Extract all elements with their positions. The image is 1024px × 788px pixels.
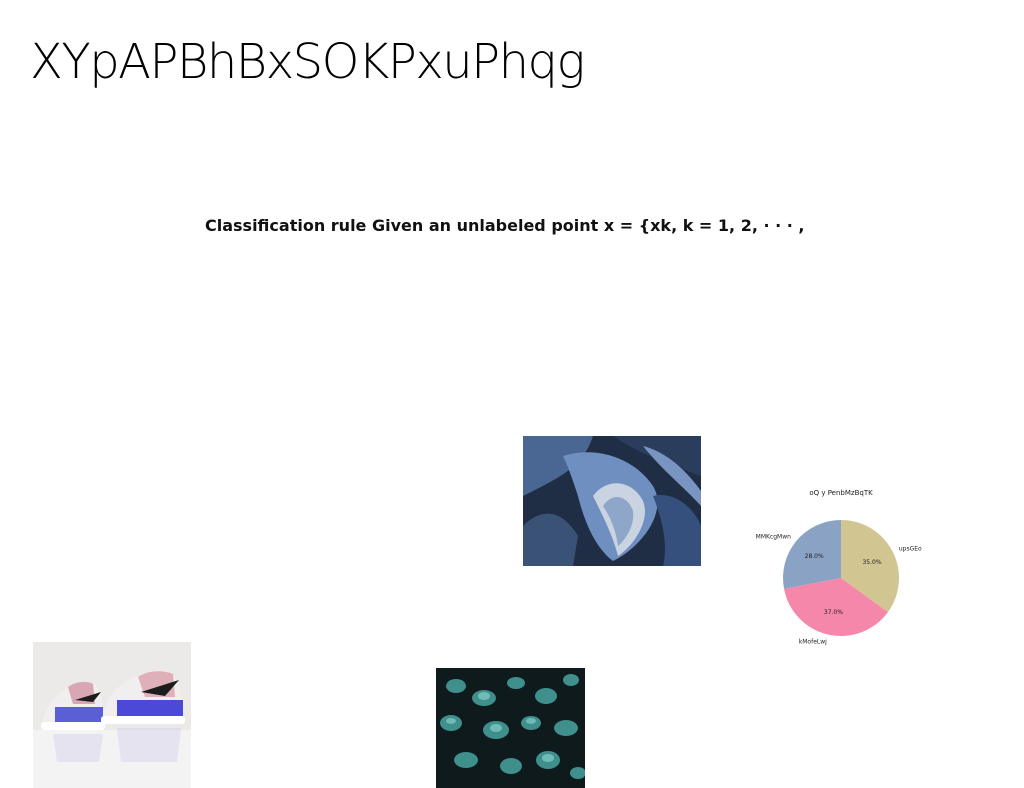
sneakers-photo [33, 642, 191, 788]
caption-text: Classification rule Given an unlabeled p… [205, 216, 805, 235]
pie-slice-percent: 37.0% [824, 609, 843, 616]
leaves-photo [436, 668, 585, 788]
pie-slice-percent: 28.0% [805, 553, 824, 560]
pie-slice-percent: 35.0% [862, 559, 881, 566]
pie-slice-label: MMKcgMwn [756, 534, 791, 541]
pie-slice-label: kMofeLwj [799, 638, 827, 645]
pie-chart: oQ y PenbMzBqTK 35.0% upsGEo 37.0% kMofeLwj… [752, 478, 932, 688]
abstract-photo [523, 436, 701, 566]
chart-title: oQ y PenbMzBqTK [809, 489, 873, 497]
page-title: XYpAPBhBxSOKPxuPhqg [30, 34, 585, 90]
pie-slice-label: upsGEo [899, 546, 922, 553]
